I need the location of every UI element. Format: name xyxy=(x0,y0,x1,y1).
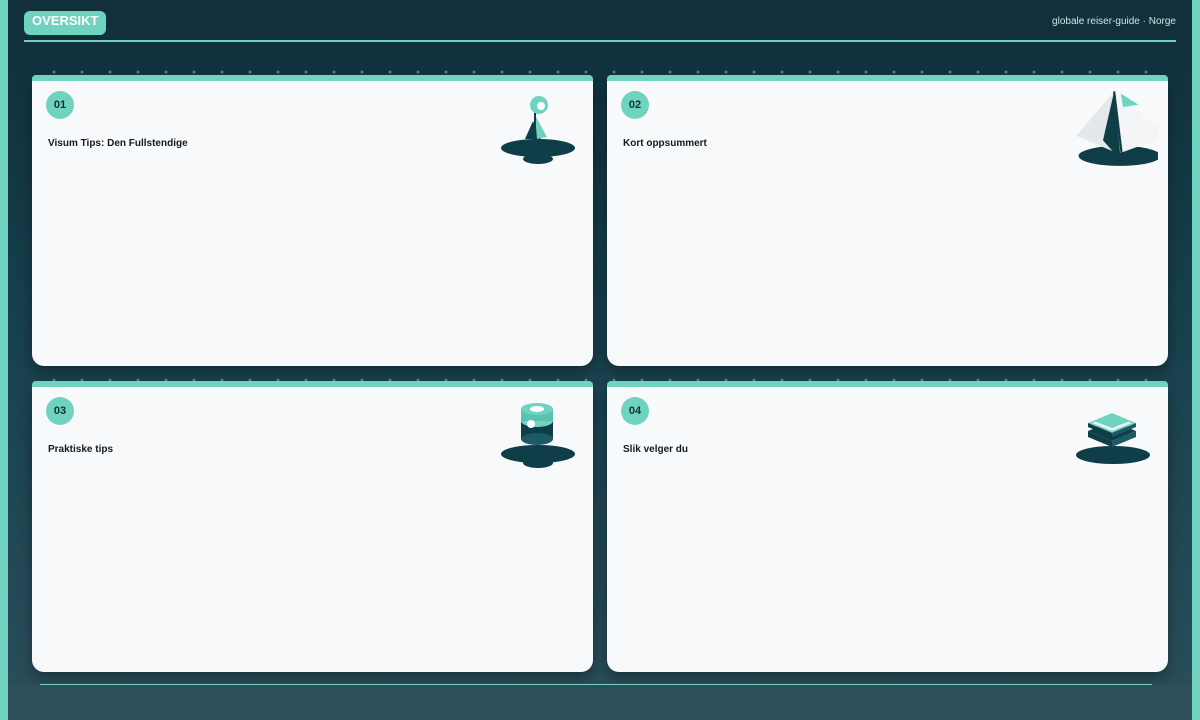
header-bar: OVERSIKT globale reiser-guide · Norge xyxy=(8,0,1192,44)
card-cap xyxy=(32,75,593,81)
card-number: 02 xyxy=(621,91,649,119)
footer-bar xyxy=(8,684,1192,720)
card-title: Slik velger du xyxy=(623,444,689,455)
card-cap xyxy=(32,381,593,387)
card-1[interactable]: 01 Visum Tips: Den Fullstendige xyxy=(32,75,593,366)
card-cap xyxy=(607,75,1168,81)
footer-divider xyxy=(40,684,1152,685)
page-title: OVERSIKT xyxy=(24,11,107,35)
card-4[interactable]: 04 Slik velger du xyxy=(607,381,1168,672)
card-number: 03 xyxy=(46,397,74,425)
card-2[interactable]: 02 Kort oppsummert xyxy=(607,75,1168,366)
card-title: Kort oppsummert xyxy=(623,138,707,149)
card-cap xyxy=(607,381,1168,387)
card-number: 01 xyxy=(46,91,74,119)
card-title: Visum Tips: Den Fullstendige xyxy=(48,138,188,149)
header-subtitle: globale reiser-guide · Norge xyxy=(1052,16,1176,27)
right-accent-bar xyxy=(1192,0,1200,720)
sailboat-icon xyxy=(501,96,575,164)
card-title: Praktiske tips xyxy=(48,444,114,455)
tent-icon xyxy=(1076,91,1158,166)
left-accent-bar xyxy=(0,0,8,720)
coin-stack-icon xyxy=(501,403,575,468)
book-stack-icon xyxy=(1076,413,1150,464)
header-divider xyxy=(24,40,1176,42)
card-number: 04 xyxy=(621,397,649,425)
card-3[interactable]: 03 Praktiske tips xyxy=(32,381,593,672)
